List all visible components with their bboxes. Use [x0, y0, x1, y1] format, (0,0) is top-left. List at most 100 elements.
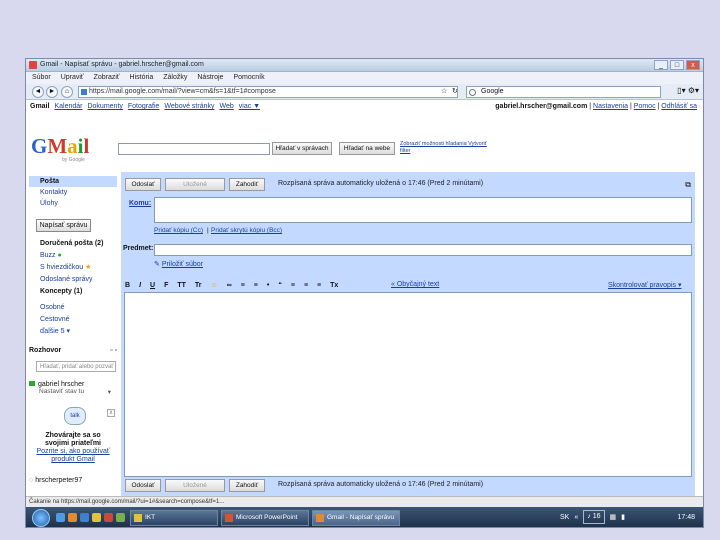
spellcheck-link[interactable]: Skontrolovať pravopis ▾	[608, 281, 681, 289]
volume-icon[interactable]: ♪ 16	[583, 510, 605, 524]
mail-search-input[interactable]	[118, 143, 270, 155]
page-menu-icon[interactable]: ▯▾ ⚙▾	[677, 86, 699, 95]
subject-field[interactable]	[154, 244, 692, 256]
sidebar-item-more[interactable]: ďalšie 5 ▾	[29, 326, 117, 337]
send-button[interactable]: Odoslať	[125, 178, 161, 191]
back-button[interactable]: ◄	[32, 86, 44, 98]
settings-link[interactable]: Nastavenia	[593, 103, 628, 110]
menu-help[interactable]: Pomocník	[233, 72, 264, 84]
gbar-more[interactable]: viac ▼	[239, 103, 260, 110]
link-icon[interactable]: ∞	[227, 282, 232, 289]
menu-view[interactable]: Zobraziť	[94, 72, 120, 84]
sidebar-item-drafts[interactable]: Koncepty (1)	[29, 286, 117, 297]
align-left-icon[interactable]: ≡	[291, 282, 295, 289]
taskbar-item-powerpoint[interactable]: Microsoft PowerPoint	[221, 510, 309, 526]
app-quicklaunch-icon[interactable]	[116, 513, 125, 522]
home-icon[interactable]: ⌂	[61, 86, 73, 98]
menu-edit[interactable]: Upraviť	[61, 72, 84, 84]
compose-button[interactable]: Napísať správu	[36, 219, 91, 232]
add-cc-link[interactable]: Pridať kópiu (Cc)	[154, 227, 203, 234]
plain-text-link[interactable]: « Obyčajný text	[391, 281, 439, 288]
to-label[interactable]: Komu:	[129, 200, 151, 207]
search-mail-button[interactable]: Hľadať v správach	[272, 142, 332, 155]
clock[interactable]: 17:48	[677, 510, 695, 526]
sidebar-item-personal[interactable]: Osobné	[29, 302, 117, 313]
chat-contact[interactable]: ○ hrscherpeter97	[29, 477, 117, 484]
sidebar-item-mail[interactable]: Pošta	[29, 176, 117, 187]
gbar-docs[interactable]: Dokumenty	[87, 103, 122, 110]
help-link[interactable]: Pomoc	[634, 103, 656, 110]
text-color-icon[interactable]: Tr	[195, 282, 202, 289]
search-options-link[interactable]: Zobraziť možnosti hľadania Vytvoriť filt…	[400, 141, 490, 155]
sidebar-item-sent[interactable]: Odoslané správy	[29, 274, 117, 285]
gbar-calendar[interactable]: Kalendár	[54, 103, 82, 110]
firefox-icon[interactable]	[68, 513, 77, 522]
tray-arrow-icon[interactable]: «	[574, 510, 578, 526]
network-icon[interactable]: ▦	[610, 510, 617, 526]
maximize-button[interactable]: □	[670, 60, 684, 70]
font-icon[interactable]: F	[164, 282, 168, 289]
signout-link[interactable]: Odhlásiť sa	[661, 103, 697, 110]
italic-icon[interactable]: I	[139, 282, 141, 289]
sidebar-item-buzz[interactable]: Buzz ●	[29, 250, 117, 261]
talk-promo-link[interactable]: Pozrite si, ako používať produkt Gmail	[29, 448, 117, 464]
gbar-sites[interactable]: Webové stránky	[164, 103, 214, 110]
sidebar-item-starred[interactable]: S hviezdičkou ★	[29, 262, 117, 273]
folder-icon[interactable]	[92, 513, 101, 522]
media-icon[interactable]	[104, 513, 113, 522]
chat-search-input[interactable]: Hľadať, pridať alebo pozvať	[36, 361, 116, 372]
star-icon[interactable]: ☆	[441, 86, 447, 98]
gbar-gmail[interactable]: Gmail	[30, 103, 49, 110]
discard-button[interactable]: Zahodiť	[229, 178, 265, 191]
to-field[interactable]	[154, 197, 692, 223]
bullet-list-icon[interactable]: ≡	[254, 282, 258, 289]
gbar-web[interactable]: Web	[219, 103, 233, 110]
font-size-icon[interactable]: TT	[177, 282, 186, 289]
send-button-bottom[interactable]: Odoslať	[125, 479, 161, 492]
menu-history[interactable]: História	[130, 72, 154, 84]
message-body-editor[interactable]	[124, 292, 692, 477]
chat-status-selector[interactable]: Nastaviť stav tu ▾	[29, 388, 117, 396]
search-web-button[interactable]: Hľadať na webe	[339, 142, 395, 155]
clear-format-icon[interactable]: Tx	[330, 282, 338, 289]
address-bar[interactable]: https://mail.google.com/mail/?view=cm&fs…	[78, 86, 458, 98]
align-center-icon[interactable]: ≡	[304, 282, 308, 289]
taskbar-item-ikt[interactable]: IKT	[130, 510, 218, 526]
ie-icon[interactable]	[80, 513, 89, 522]
close-icon[interactable]: x	[107, 409, 115, 417]
add-bcc-link[interactable]: Pridať skrytú kópiu (Bcc)	[211, 227, 282, 234]
sidebar-item-travel[interactable]: Cestovné	[29, 314, 117, 325]
numbered-list-icon[interactable]: ≡	[241, 282, 245, 289]
gbar-photos[interactable]: Fotografie	[128, 103, 160, 110]
underline-icon[interactable]: U	[150, 282, 155, 289]
forward-button[interactable]: ►	[46, 86, 58, 98]
show-desktop-icon[interactable]	[56, 513, 65, 522]
align-right-icon[interactable]: ≡	[317, 282, 321, 289]
bold-icon[interactable]: B	[125, 282, 130, 289]
sidebar-item-contacts[interactable]: Kontakty	[29, 187, 117, 198]
indent-icon[interactable]: •	[267, 282, 269, 289]
quote-icon[interactable]: “	[278, 282, 282, 289]
emoji-icon[interactable]: ☺	[211, 282, 218, 289]
close-button[interactable]: x	[686, 60, 700, 70]
new-window-icon[interactable]: ⧉	[685, 180, 691, 190]
gmail-logo[interactable]: GMail	[31, 134, 89, 159]
save-button[interactable]: Uložené	[165, 178, 225, 191]
taskbar-item-gmail[interactable]: Gmail - Napísať správu	[312, 510, 400, 526]
menu-file[interactable]: Súbor	[32, 72, 51, 84]
discard-button-bottom[interactable]: Zahodiť	[229, 479, 265, 492]
chat-controls-icon[interactable]: ▫ ▫	[110, 347, 117, 354]
save-button-bottom[interactable]: Uložené	[165, 479, 225, 492]
battery-icon[interactable]: ▮	[621, 510, 625, 526]
language-indicator[interactable]: SK	[560, 510, 569, 526]
attach-file-link[interactable]: ✎ Priložiť súbor	[154, 260, 203, 268]
reload-icon[interactable]: ↻	[452, 86, 458, 98]
browser-search-input[interactable]: Google	[466, 86, 661, 98]
chat-self[interactable]: gabriel hrscher Nastaviť stav tu ▾	[29, 381, 117, 396]
menu-tools[interactable]: Nástroje	[197, 72, 223, 84]
start-button[interactable]	[32, 509, 50, 527]
sidebar-item-inbox[interactable]: Doručená pošta (2)	[29, 238, 117, 249]
sidebar-item-tasks[interactable]: Úlohy	[29, 198, 117, 209]
menu-bookmarks[interactable]: Záložky	[163, 72, 187, 84]
minimize-button[interactable]: _	[654, 60, 668, 70]
